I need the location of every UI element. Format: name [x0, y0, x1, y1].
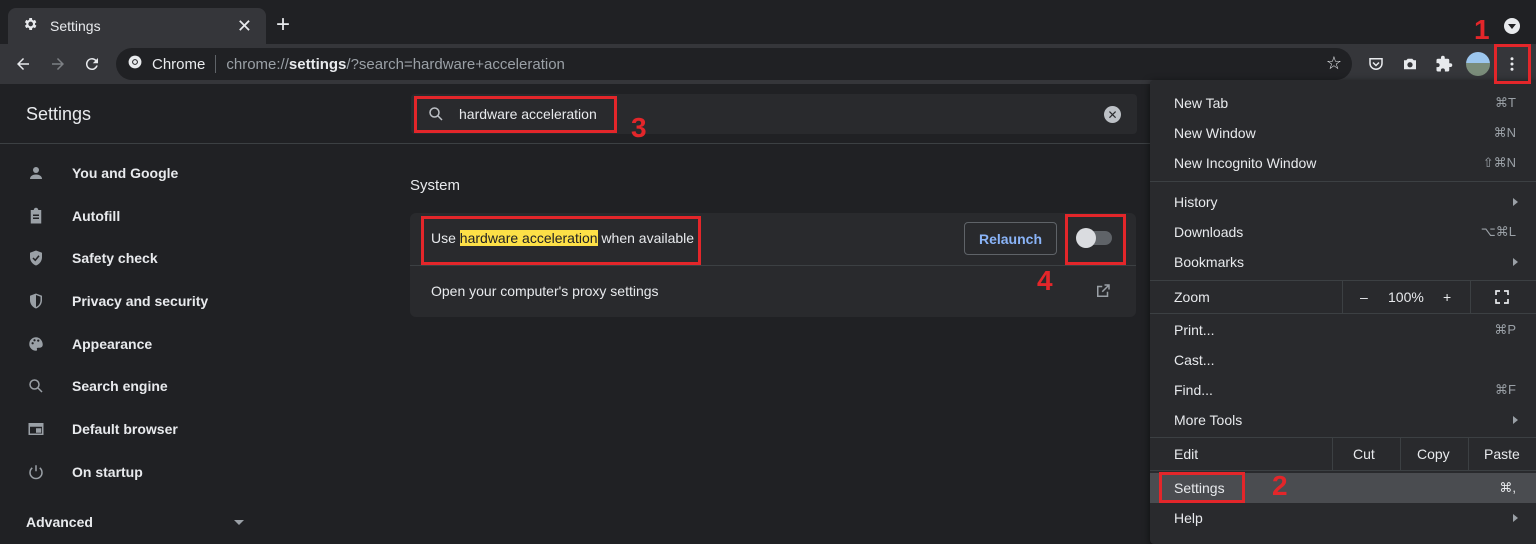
menu-vseparator [1468, 438, 1469, 470]
annotation-box-menu [1494, 44, 1531, 84]
page-title: Settings [26, 104, 92, 124]
annotation-number-4: 4 [1037, 265, 1053, 296]
omnibox-url: chrome://settings/?search=hardware+accel… [226, 55, 565, 73]
menu-item-history[interactable]: History [1150, 187, 1536, 217]
menu-item-help[interactable]: Help [1150, 503, 1536, 533]
menu-item-find[interactable]: Find... ⌘F [1150, 375, 1536, 405]
tab-title: Settings [50, 18, 101, 34]
menu-item-edit: Edit Cut Copy Paste [1174, 446, 1520, 462]
sidebar-item-label: Search engine [72, 378, 168, 394]
annotation-box-toggle [1065, 214, 1126, 265]
palette-icon [26, 334, 46, 354]
cut-button[interactable]: Cut [1353, 446, 1375, 462]
sidebar-item-you-and-google[interactable]: You and Google [0, 153, 380, 193]
menu-item-print[interactable]: Print... ⌘P [1150, 315, 1536, 345]
omnibox-separator [215, 55, 217, 73]
menu-item-zoom: Zoom – 100% + [1150, 281, 1536, 313]
menu-separator [1150, 313, 1536, 314]
chevron-right-icon [1513, 416, 1518, 424]
sidebar-item-safety-check[interactable]: Safety check [0, 238, 380, 278]
clear-search-icon[interactable]: ✕ [1104, 106, 1121, 123]
omnibox-site-label: Chrome [152, 55, 206, 73]
proxy-settings-label[interactable]: Open your computer's proxy settings [431, 283, 659, 299]
external-link-icon[interactable] [1094, 282, 1112, 305]
chevron-right-icon [1513, 514, 1518, 522]
camera-icon[interactable] [1398, 52, 1422, 76]
fullscreen-icon[interactable] [1494, 289, 1510, 308]
back-arrow-icon[interactable] [11, 52, 35, 76]
annotation-number-3: 3 [631, 112, 647, 143]
menu-vseparator [1400, 438, 1401, 470]
person-icon [26, 163, 46, 183]
menu-item-downloads[interactable]: Downloads ⌥⌘L [1150, 217, 1536, 247]
power-icon [26, 462, 46, 482]
chevron-down-icon[interactable] [234, 520, 244, 525]
bookmark-star-icon[interactable]: ☆ [1326, 53, 1342, 74]
menu-separator [1150, 181, 1536, 182]
menu-item-bookmarks[interactable]: Bookmarks [1150, 247, 1536, 277]
extensions-puzzle-icon[interactable] [1432, 52, 1456, 76]
browser-icon [26, 419, 46, 439]
annotation-box-hardware-label [421, 216, 701, 265]
sidebar-item-label: Default browser [72, 421, 178, 437]
menu-vseparator [1470, 281, 1471, 313]
profile-avatar[interactable] [1466, 52, 1490, 76]
chevron-right-icon [1513, 198, 1518, 206]
menu-vseparator [1332, 438, 1333, 470]
pocket-icon[interactable] [1364, 52, 1388, 76]
sidebar-item-autofill[interactable]: Autofill [0, 196, 380, 236]
menu-item-cast[interactable]: Cast... [1150, 345, 1536, 375]
menu-item-new-incognito[interactable]: New Incognito Window ⇧⌘N [1150, 148, 1536, 178]
sidebar-item-label: Safety check [72, 250, 158, 266]
new-tab-button[interactable]: + [276, 13, 290, 37]
menu-item-new-window[interactable]: New Window ⌘N [1150, 118, 1536, 148]
gear-icon [22, 16, 38, 37]
zoom-level: 100% [1388, 289, 1424, 305]
omnibox[interactable]: Chrome chrome://settings/?search=hardwar… [116, 48, 1352, 80]
annotation-number-2: 2 [1272, 470, 1288, 501]
zoom-in-button[interactable]: + [1443, 289, 1451, 305]
forward-arrow-icon[interactable] [46, 52, 70, 76]
chrome-logo-icon [128, 55, 142, 73]
sidebar-item-label: You and Google [72, 165, 179, 181]
chevron-right-icon [1513, 258, 1518, 266]
toolbar: Chrome chrome://settings/?search=hardwar… [0, 44, 1536, 84]
zoom-out-button[interactable]: – [1360, 289, 1368, 305]
sidebar-item-on-startup[interactable]: On startup [0, 452, 380, 492]
annotation-number-1: 1 [1474, 14, 1490, 45]
sidebar-advanced[interactable]: Advanced [26, 514, 93, 530]
card-divider [410, 265, 1136, 266]
annotation-box-settings [1159, 472, 1245, 503]
paste-button[interactable]: Paste [1484, 446, 1520, 462]
sidebar-item-label: On startup [72, 464, 143, 480]
tab-strip: Settings ✕ + [0, 0, 1536, 44]
section-title: System [410, 177, 461, 194]
reload-icon[interactable] [80, 52, 104, 76]
tab-settings[interactable]: Settings ✕ [8, 8, 266, 44]
sidebar-item-default-browser[interactable]: Default browser [0, 409, 380, 449]
annotation-box-search [414, 96, 617, 133]
close-icon[interactable]: ✕ [237, 17, 252, 35]
sidebar-item-appearance[interactable]: Appearance [0, 324, 380, 364]
clipboard-icon [26, 206, 46, 226]
shield-icon [26, 291, 46, 311]
shield-check-icon [26, 248, 46, 268]
menu-item-new-tab[interactable]: New Tab ⌘T [1150, 88, 1536, 118]
sidebar-item-search-engine[interactable]: Search engine [0, 366, 380, 406]
menu-separator [1150, 470, 1536, 471]
search-icon [26, 376, 46, 396]
sidebar-item-label: Privacy and security [72, 293, 209, 309]
relaunch-button[interactable]: Relaunch [964, 222, 1057, 255]
tab-search-icon[interactable] [1504, 18, 1520, 34]
sidebar-item-label: Appearance [72, 336, 153, 352]
sidebar-item-label: Autofill [72, 208, 121, 224]
menu-item-more-tools[interactable]: More Tools [1150, 405, 1536, 435]
copy-button[interactable]: Copy [1417, 446, 1450, 462]
menu-vseparator [1342, 281, 1343, 313]
header-divider [0, 143, 1150, 144]
sidebar-item-privacy[interactable]: Privacy and security [0, 281, 380, 321]
